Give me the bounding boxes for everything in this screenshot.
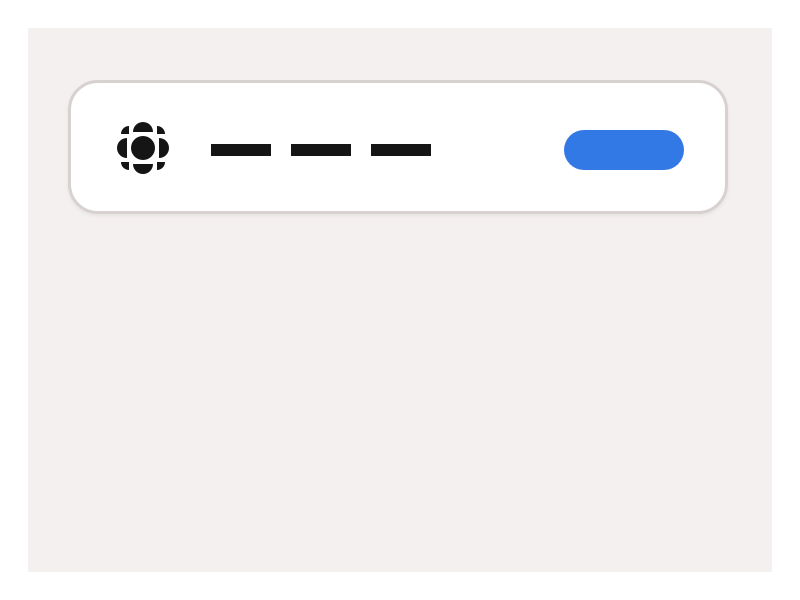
nav-item-2[interactable] (291, 144, 351, 156)
page-background (28, 28, 772, 572)
nav-item-3[interactable] (371, 144, 431, 156)
cbc-gem-icon[interactable] (115, 120, 171, 176)
primary-action-button[interactable] (564, 130, 684, 170)
header-card (68, 80, 728, 214)
nav-item-1[interactable] (211, 144, 271, 156)
logo-graphic (117, 122, 169, 174)
